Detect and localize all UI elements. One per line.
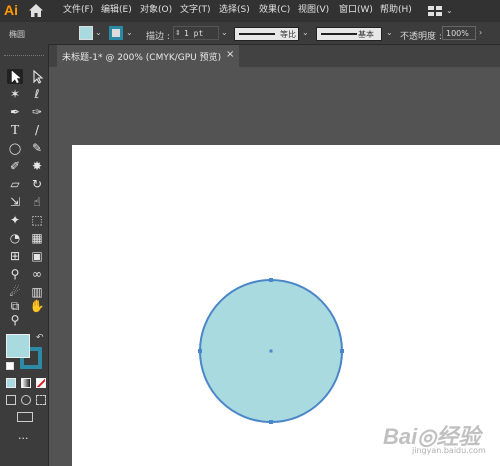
app-logo: Ai: [4, 2, 18, 18]
blend-tool-icon[interactable]: ∞: [29, 267, 45, 282]
color-mode-icon[interactable]: [6, 378, 16, 388]
brush-label: 基本: [358, 30, 374, 39]
free-transform-tool-icon[interactable]: ⬚: [29, 213, 45, 228]
ellipse-tool-icon[interactable]: ◯: [7, 141, 23, 156]
opacity-input[interactable]: 100%: [442, 26, 476, 40]
menu-select[interactable]: 选择(S): [219, 4, 250, 16]
menu-file[interactable]: 文件(F): [63, 4, 93, 16]
stroke-weight-chevron-down-icon[interactable]: ⌄: [221, 28, 228, 38]
default-fill-stroke-icon[interactable]: [6, 362, 14, 370]
line-tool-icon[interactable]: /: [29, 123, 45, 138]
draw-normal-icon[interactable]: [6, 395, 16, 405]
menu-help[interactable]: 帮助(H): [380, 4, 412, 16]
magic-wand-tool-icon[interactable]: ✶: [7, 87, 23, 102]
fill-color-box[interactable]: [6, 334, 30, 358]
shape-builder-tool-icon[interactable]: ◔: [7, 231, 23, 246]
profile-label: 等比: [280, 30, 296, 39]
menu-type[interactable]: 文字(T): [180, 4, 211, 16]
center-point: [269, 349, 273, 353]
home-icon[interactable]: [28, 3, 44, 18]
paintbrush-tool-icon[interactable]: ✎: [29, 141, 45, 156]
type-tool-icon[interactable]: T: [7, 123, 23, 138]
direct-selection-tool-icon[interactable]: [29, 69, 45, 84]
blob-brush-tool-icon[interactable]: ✸: [29, 159, 45, 174]
menu-edit[interactable]: 编辑(E): [101, 4, 132, 16]
mesh-tool-icon[interactable]: ⊞: [7, 249, 23, 264]
stroke-weight-label: 描边 :: [146, 32, 170, 42]
anchor-bottom: [269, 420, 273, 424]
eraser-tool-icon[interactable]: ▱: [7, 177, 23, 192]
none-mode-icon[interactable]: [36, 378, 46, 388]
hand-tool-icon[interactable]: ✋: [29, 299, 45, 314]
artboard-tool-icon[interactable]: ⧉: [7, 299, 23, 314]
selection-tool-icon[interactable]: [7, 69, 23, 84]
menu-window[interactable]: 窗口(W): [339, 4, 373, 16]
edit-toolbar-icon[interactable]: ···: [18, 433, 29, 444]
scale-tool-icon[interactable]: ⇲: [7, 195, 23, 210]
fill-color-swatch[interactable]: [79, 26, 93, 40]
shaper-tool-icon[interactable]: ✐: [7, 159, 23, 174]
swap-fill-stroke-icon[interactable]: ↶: [36, 333, 44, 343]
workspace-chevron-down-icon[interactable]: ⌄: [446, 6, 453, 16]
tab-close-icon[interactable]: ×: [226, 49, 234, 60]
tools-panel-grip[interactable]: [4, 55, 44, 58]
pen-tool-icon[interactable]: ✒: [7, 105, 23, 120]
symbol-sprayer-tool-icon[interactable]: ☄: [7, 285, 23, 300]
draw-inside-icon[interactable]: [36, 395, 46, 405]
gradient-mode-icon[interactable]: [21, 378, 31, 388]
perspective-grid-tool-icon[interactable]: ▦: [29, 231, 45, 246]
opacity-label: 不透明度 :: [400, 32, 442, 42]
workspace-switcher-icon[interactable]: [428, 6, 442, 16]
document-tab-title: 未标题-1* @ 200% (CMYK/GPU 预览): [62, 53, 222, 63]
stroke-chevron-down-icon[interactable]: ⌄: [126, 28, 133, 38]
brush-chevron-down-icon[interactable]: ⌄: [386, 28, 393, 38]
stroke-stepper-icon[interactable]: ⇕: [175, 28, 181, 38]
profile-chevron-down-icon[interactable]: ⌄: [302, 28, 309, 38]
eyedropper-tool-icon[interactable]: ⚲: [7, 267, 23, 282]
column-graph-tool-icon[interactable]: ▥: [29, 285, 45, 300]
gradient-tool-icon[interactable]: ▣: [29, 249, 45, 264]
rotate-tool-icon[interactable]: ↻: [29, 177, 45, 192]
zoom-tool-icon[interactable]: ⚲: [7, 313, 23, 328]
screen-mode-icon[interactable]: [17, 412, 33, 422]
menu-effect[interactable]: 效果(C): [259, 4, 290, 16]
selection-type-label: 椭圆: [9, 30, 25, 39]
menu-object[interactable]: 对象(O): [140, 4, 172, 16]
menu-view[interactable]: 视图(V): [298, 4, 329, 16]
ellipse-shape[interactable]: [190, 270, 352, 432]
watermark-url: jingyan.baidu.com: [412, 446, 486, 455]
anchor-left: [198, 349, 202, 353]
fill-chevron-down-icon[interactable]: ⌄: [95, 28, 102, 38]
draw-behind-icon[interactable]: [21, 395, 31, 405]
anchor-top: [269, 278, 273, 282]
opacity-chevron-right-icon[interactable]: ›: [479, 28, 482, 38]
lasso-tool-icon[interactable]: ℓ: [29, 87, 45, 102]
stroke-color-swatch[interactable]: [109, 26, 123, 40]
anchor-right: [340, 349, 344, 353]
puppet-warp-tool-icon[interactable]: ✦: [7, 213, 23, 228]
warp-tool-icon[interactable]: ☝: [29, 195, 45, 210]
curvature-tool-icon[interactable]: ✑: [29, 105, 45, 120]
